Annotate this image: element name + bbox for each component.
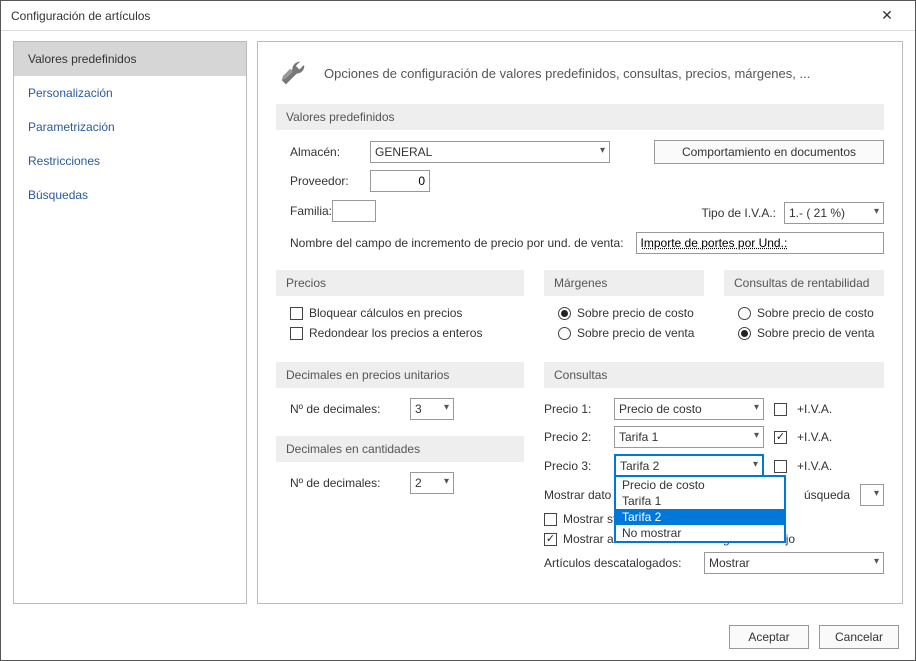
sidebar-item-parametrizacion[interactable]: Parametrización — [14, 110, 246, 144]
dropdown-option-costo[interactable]: Precio de costo — [616, 477, 784, 493]
dropdown-option-tarifa1[interactable]: Tarifa 1 — [616, 493, 784, 509]
label-descatalogados: Artículos descatalogados: — [544, 556, 694, 570]
header-text: Opciones de configuración de valores pre… — [324, 66, 810, 81]
section-title-margenes: Márgenes — [544, 270, 704, 296]
footer: Aceptar Cancelar — [1, 614, 915, 660]
select-almacen[interactable]: GENERAL — [370, 141, 610, 163]
dialog-window: Configuración de artículos ✕ Valores pre… — [0, 0, 916, 661]
label-dec-unit: Nº de decimales: — [290, 402, 410, 416]
ok-button[interactable]: Aceptar — [729, 625, 809, 649]
checkbox-iva2[interactable] — [774, 431, 787, 444]
sidebar-item-restricciones[interactable]: Restricciones — [14, 144, 246, 178]
checkbox-iva1[interactable] — [774, 403, 787, 416]
section-consultas: Consultas Precio 1: Precio de costo +I.V… — [544, 362, 884, 580]
radio-margen-venta[interactable] — [558, 327, 571, 340]
section-dec-cant: Decimales en cantidades Nº de decimales:… — [276, 436, 524, 494]
checkbox-iva3[interactable] — [774, 460, 787, 473]
label-tipoiva: Tipo de I.V.A.: — [702, 206, 777, 220]
label-precio2: Precio 2: — [544, 430, 604, 444]
titlebar: Configuración de artículos ✕ — [1, 1, 915, 31]
select-dec-cant[interactable]: 2 — [410, 472, 454, 494]
section-title-rentabilidad: Consultas de rentabilidad — [724, 270, 884, 296]
main-panel: Opciones de configuración de valores pre… — [257, 41, 903, 604]
select-precio2[interactable]: Tarifa 1 — [614, 426, 764, 448]
sidebar: Valores predefinidos Personalización Par… — [13, 41, 247, 604]
dropdown-option-tarifa2[interactable]: Tarifa 2 — [616, 509, 784, 525]
select-dec-unit[interactable]: 3 — [410, 398, 454, 420]
section-rentabilidad: Consultas de rentabilidad Sobre precio d… — [724, 270, 884, 346]
section-predef: Valores predefinidos Almacén: GENERAL Co… — [276, 104, 884, 254]
checkbox-redondear[interactable] — [290, 327, 303, 340]
label-incremento: Nombre del campo de incremento de precio… — [290, 236, 624, 250]
dropdown-option-nomostrar[interactable]: No mostrar — [616, 525, 784, 541]
section-title-consultas: Consultas — [544, 362, 884, 388]
radio-rent-costo[interactable] — [738, 307, 751, 320]
sidebar-item-valores[interactable]: Valores predefinidos — [14, 42, 246, 76]
sidebar-item-busquedas[interactable]: Búsquedas — [14, 178, 246, 212]
select-busqueda[interactable] — [860, 484, 884, 506]
select-precio1[interactable]: Precio de costo — [614, 398, 764, 420]
label-familia: Familia: — [290, 204, 332, 218]
select-descatalogados[interactable]: Mostrar — [704, 552, 884, 574]
cancel-button[interactable]: Cancelar — [819, 625, 899, 649]
input-proveedor[interactable] — [370, 170, 430, 192]
wrench-icon — [276, 56, 310, 90]
dropdown-precio3[interactable]: Precio de costo Tarifa 1 Tarifa 2 No mos… — [614, 475, 786, 543]
section-title-precios: Precios — [276, 270, 524, 296]
input-incremento[interactable] — [636, 232, 884, 254]
label-mostrar-datos: Mostrar dato — [544, 488, 611, 502]
label-almacen: Almacén: — [290, 145, 370, 159]
section-title-predef: Valores predefinidos — [276, 104, 884, 130]
checkbox-bloquear[interactable] — [290, 307, 303, 320]
checkbox-mostrar-stock[interactable] — [544, 513, 557, 526]
section-precios: Precios Bloquear cálculos en precios Red… — [276, 270, 524, 346]
window-title: Configuración de artículos — [11, 9, 867, 23]
select-tipoiva[interactable]: 1.- ( 21 %) — [784, 202, 884, 224]
comportamiento-button[interactable]: Comportamiento en documentos — [654, 140, 884, 164]
label-proveedor: Proveedor: — [290, 174, 370, 188]
sidebar-item-personalizacion[interactable]: Personalización — [14, 76, 246, 110]
section-title-dec-cant: Decimales en cantidades — [276, 436, 524, 462]
input-familia[interactable] — [332, 200, 376, 222]
close-icon[interactable]: ✕ — [867, 7, 907, 24]
section-title-dec-unit: Decimales en precios unitarios — [276, 362, 524, 388]
radio-margen-costo[interactable] — [558, 307, 571, 320]
content-area: Valores predefinidos Personalización Par… — [1, 31, 915, 614]
radio-rent-venta[interactable] — [738, 327, 751, 340]
checkbox-stock-negativo[interactable] — [544, 533, 557, 546]
label-precio1: Precio 1: — [544, 402, 604, 416]
label-dec-cant: Nº de decimales: — [290, 476, 410, 490]
section-margenes: Márgenes Sobre precio de costo Sobre pre… — [544, 270, 704, 346]
label-precio3: Precio 3: — [544, 459, 604, 473]
section-dec-unit: Decimales en precios unitarios Nº de dec… — [276, 362, 524, 420]
